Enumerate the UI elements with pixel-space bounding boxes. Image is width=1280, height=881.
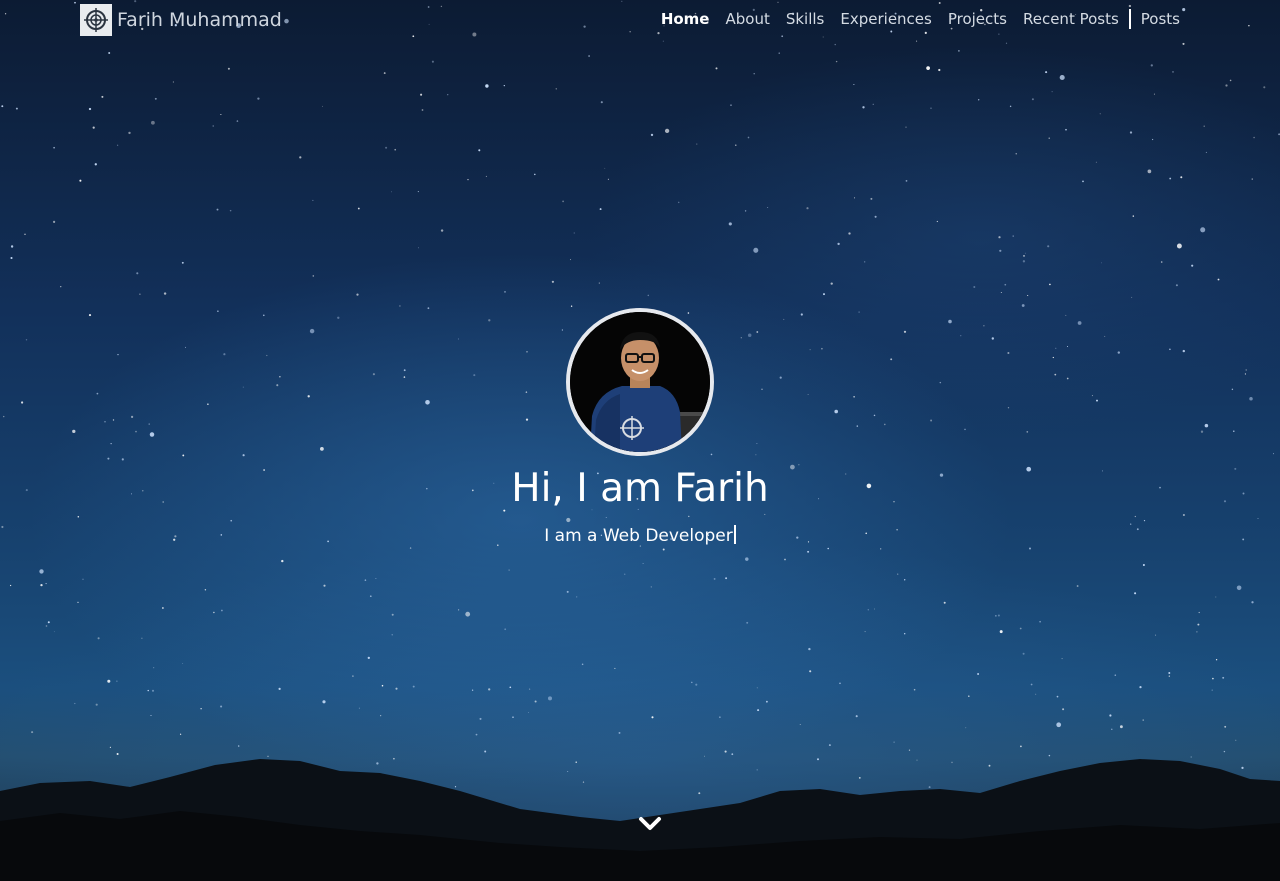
nav-item-recent-posts[interactable]: Recent Posts (1015, 10, 1127, 28)
typed-text: I am a Web Developer (544, 526, 733, 546)
nav-item-home[interactable]: Home (653, 10, 718, 28)
nav-item-projects[interactable]: Projects (940, 10, 1015, 28)
nav-item-posts[interactable]: Posts (1133, 10, 1188, 28)
nav-item-skills[interactable]: Skills (778, 10, 833, 28)
nav-menu: Home About Skills Experiences Projects R… (653, 9, 1188, 29)
brand-link[interactable]: Farih Muhammad (80, 4, 282, 36)
nav-item-experiences[interactable]: Experiences (832, 10, 939, 28)
nav-item-about[interactable]: About (717, 10, 777, 28)
compass-logo-icon (80, 4, 112, 36)
nav-divider (1128, 9, 1131, 29)
brand-name: Farih Muhammad (117, 9, 282, 31)
hero-section: Farih Muhammad Home About Skills Experie… (0, 0, 1280, 881)
chevron-down-icon[interactable] (637, 814, 663, 834)
navbar: Farih Muhammad Home About Skills Experie… (0, 0, 1280, 40)
avatar (566, 308, 714, 456)
hero-subtitle: I am a Web Developer (0, 525, 1280, 546)
typing-cursor (733, 525, 736, 544)
hero-title: Hi, I am Farih (511, 466, 769, 511)
